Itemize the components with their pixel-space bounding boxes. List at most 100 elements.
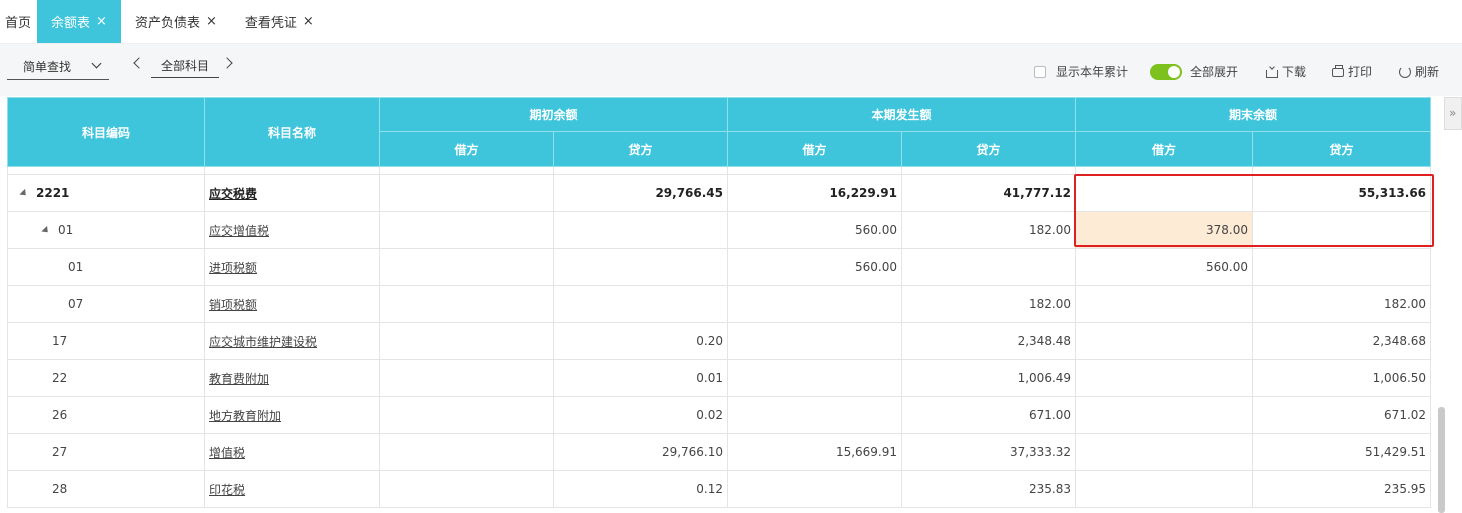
cell-code: 07 (7, 285, 205, 323)
account-name-link[interactable]: 地方教育附加 (209, 409, 281, 423)
cell-ob-debit (379, 433, 554, 471)
cell-code: 28 (7, 470, 205, 508)
cell-code: 17 (7, 322, 205, 360)
tab-bar: 首页 余额表 × 资产负债表 × 查看凭证 × (0, 0, 1462, 44)
cell-cb-debit: 560.00 (1075, 248, 1254, 286)
tab-home[interactable]: 首页 (0, 0, 37, 43)
expand-triangle-icon[interactable] (19, 188, 29, 199)
refresh-icon (1399, 65, 1411, 78)
chevron-left-icon[interactable] (133, 57, 145, 69)
header-opening-balance: 期初余额 (378, 97, 729, 132)
tab-balance-sheet[interactable]: 资产负债表 × (121, 0, 231, 43)
cell-ob-credit: 0.02 (552, 396, 729, 434)
expand-all-toggle[interactable]: 全部展开 (1150, 63, 1238, 80)
table-row[interactable]: 22 教育费附加 0.01 1,006.49 1,006.50 (7, 359, 1432, 397)
cell-cur-debit (727, 470, 903, 508)
cell-cb-debit (1075, 174, 1254, 212)
account-name-link[interactable]: 教育费附加 (209, 372, 269, 386)
cell-ob-credit: 0.20 (552, 322, 729, 360)
table-row[interactable]: 28 印花税 0.12 235.83 235.95 (7, 470, 1432, 508)
cell-code: 01 (7, 211, 205, 249)
tab-label: 首页 (5, 16, 32, 31)
cell-cb-debit (1075, 433, 1254, 471)
table-row[interactable]: 01 应交增值税 560.00 182.00 378.00 (7, 211, 1432, 249)
toolbar: 简单查找 全部科目 显示本年累计 全部展开 下载 打印 刷新 (0, 44, 1462, 96)
vertical-scrollbar[interactable] (1438, 407, 1445, 513)
cell-name: 教育费附加 (204, 359, 380, 397)
cell-name: 进项税额 (204, 248, 380, 286)
cell-name: 销项税额 (204, 285, 380, 323)
cell-cb-credit: 671.02 (1252, 396, 1432, 434)
tab-balance-sheet-ledger[interactable]: 余额表 × (37, 0, 121, 43)
account-code: 01 (58, 223, 74, 237)
account-code: 22 (52, 371, 68, 385)
account-name-link[interactable]: 应交城市维护建设税 (209, 335, 317, 349)
cell-ob-credit (552, 248, 729, 286)
download-button[interactable]: 下载 (1266, 63, 1306, 80)
expand-all-switch[interactable] (1150, 63, 1182, 80)
ytd-toggle[interactable]: 显示本年累计 (1034, 63, 1128, 80)
header-debit: 借方 (727, 131, 903, 167)
close-icon[interactable]: × (206, 14, 217, 29)
refresh-label: 刷新 (1415, 65, 1440, 79)
header-debit: 借方 (1075, 131, 1254, 167)
account-name-link[interactable]: 销项税额 (209, 298, 257, 312)
account-name-link[interactable]: 进项税额 (209, 261, 257, 275)
cell-cur-debit: 15,669.91 (727, 433, 903, 471)
print-button[interactable]: 打印 (1332, 63, 1372, 80)
cell-code: 27 (7, 433, 205, 471)
cell-cur-debit: 560.00 (727, 248, 903, 286)
close-icon[interactable]: × (96, 14, 107, 29)
cell-ob-credit: 0.01 (552, 359, 729, 397)
cell-cb-credit: 51,429.51 (1252, 433, 1432, 471)
cell-cb-credit: 1,006.50 (1252, 359, 1432, 397)
account-name-link[interactable]: 增值税 (209, 446, 245, 460)
tab-label: 资产负债表 (134, 16, 200, 31)
cell-name: 应交城市维护建设税 (204, 322, 380, 360)
subject-filter[interactable]: 全部科目 (151, 57, 219, 78)
cell-name: 印花税 (204, 470, 380, 508)
cell-ob-credit (552, 211, 729, 249)
cell-code: 26 (7, 396, 205, 434)
side-panel-toggle[interactable]: » (1444, 97, 1462, 130)
refresh-button[interactable]: 刷新 (1399, 63, 1439, 80)
cell-name: 增值税 (204, 433, 380, 471)
cell-cb-debit (1075, 322, 1254, 360)
header-name: 科目名称 (204, 97, 380, 167)
cell-ob-debit (379, 285, 554, 323)
table-row[interactable]: 01 进项税额 560.00 560.00 (7, 248, 1432, 286)
balance-table: 科目编码 科目名称 期初余额 本期发生额 期末余额 借方 贷方 借方 贷方 借方… (7, 97, 1432, 508)
cell-ob-debit (379, 359, 554, 397)
table-row[interactable]: 17 应交城市维护建设税 0.20 2,348.48 2,348.68 (7, 322, 1432, 360)
print-label: 打印 (1348, 65, 1373, 79)
account-name-link[interactable]: 印花税 (209, 483, 245, 497)
cell-cb-debit (1075, 396, 1254, 434)
cell-cb-debit (1075, 470, 1254, 508)
cell-name: 地方教育附加 (204, 396, 380, 434)
account-code: 07 (68, 297, 84, 311)
expand-triangle-icon[interactable] (41, 225, 51, 236)
cell-ob-debit (379, 248, 554, 286)
account-code: 28 (52, 482, 68, 496)
account-name-link[interactable]: 应交税费 (209, 187, 257, 201)
table-row[interactable]: 07 销项税额 182.00 182.00 (7, 285, 1432, 323)
search-mode-select[interactable]: 简单查找 (7, 54, 109, 80)
table-row[interactable]: 27 增值税 29,766.10 15,669.91 37,333.32 51,429.5… (7, 433, 1432, 471)
table-row[interactable]: 2221 应交税费 29,766.45 16,229.91 41,777.12 55,31… (7, 174, 1432, 212)
account-code: 2221 (36, 186, 70, 200)
cell-cur-credit (901, 248, 1077, 286)
account-name-link[interactable]: 应交增值税 (209, 224, 269, 238)
table-row[interactable]: 26 地方教育附加 0.02 671.00 671.02 (7, 396, 1432, 434)
cell-code: 2221 (7, 174, 205, 212)
cell-cur-credit: 182.00 (901, 211, 1077, 249)
expand-all-label: 全部展开 (1190, 65, 1239, 79)
cell-cur-debit (727, 396, 903, 434)
cell-cb-debit (1075, 285, 1254, 323)
cell-ob-debit (379, 470, 554, 508)
close-icon[interactable]: × (303, 14, 314, 29)
cell-cur-debit (727, 285, 903, 323)
chevron-right-icon[interactable] (221, 57, 233, 69)
tab-view-voucher[interactable]: 查看凭证 × (231, 0, 328, 43)
ytd-checkbox[interactable] (1034, 65, 1046, 78)
cell-cb-credit (1252, 248, 1432, 286)
